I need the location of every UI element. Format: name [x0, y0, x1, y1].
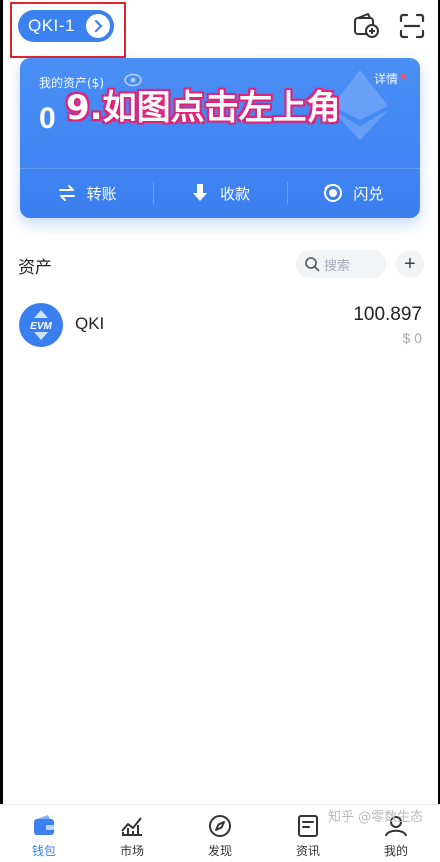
scan-icon[interactable]	[398, 12, 426, 40]
total-assets-value: 0	[39, 102, 56, 135]
token-fiat-value: $ 0	[402, 330, 422, 346]
plus-icon: +	[404, 252, 416, 275]
token-name: QKI	[75, 314, 105, 333]
bottom-navigation: 钱包 市场 发现 资讯 我的	[0, 804, 440, 862]
nav-label-wallet: 钱包	[31, 844, 56, 858]
transfer-label: 转账	[86, 184, 117, 203]
receive-button[interactable]: 收款	[153, 168, 286, 218]
nav-tab-profile[interactable]: 我的	[352, 805, 440, 862]
nav-tab-discover[interactable]: 发现	[176, 805, 264, 862]
swap-button[interactable]: 闪兑	[286, 168, 420, 218]
evm-token-logo-icon: EVM	[19, 303, 63, 347]
nav-tab-market[interactable]: 市场	[88, 805, 176, 862]
tutorial-annotation: 9.如图点击左上角	[66, 88, 341, 128]
wallet-icon	[34, 815, 54, 835]
transfer-button[interactable]: 转账	[20, 168, 153, 218]
nav-label-market: 市场	[119, 844, 144, 858]
search-placeholder: 搜索	[324, 258, 351, 274]
assets-title: 资产	[18, 258, 52, 278]
token-list-item[interactable]: EVM QKI 100.897 $ 0	[0, 296, 440, 358]
add-wallet-icon[interactable]	[352, 12, 380, 40]
receive-icon	[192, 184, 207, 201]
card-actions: 转账 收款 闪兑	[20, 168, 420, 218]
nav-label-profile: 我的	[383, 844, 408, 858]
annotation-highlight-box	[10, 2, 126, 58]
transfer-icon	[58, 185, 75, 201]
profile-icon	[385, 816, 407, 837]
nav-label-news: 资讯	[295, 844, 320, 858]
details-link[interactable]: 详情	[374, 70, 398, 87]
swap-label: 闪兑	[353, 184, 384, 203]
receive-label: 收款	[219, 184, 250, 203]
token-logo-text: EVM	[30, 321, 52, 332]
screen-edge-left	[0, 0, 3, 862]
news-icon	[298, 815, 318, 837]
nav-tab-news[interactable]: 资讯	[264, 805, 352, 862]
top-bar: QKI-1	[0, 0, 440, 58]
search-icon	[305, 257, 320, 272]
swap-icon	[324, 184, 343, 202]
nav-label-discover: 发现	[207, 844, 232, 858]
nav-tab-wallet[interactable]: 钱包	[0, 805, 88, 862]
add-token-button[interactable]: +	[396, 250, 424, 278]
market-chart-icon	[121, 817, 142, 836]
assets-header: 资产 搜索 +	[0, 244, 440, 284]
asset-search-input[interactable]: 搜索	[296, 250, 386, 278]
token-balance: 100.897	[353, 304, 422, 325]
compass-icon	[209, 815, 231, 837]
notification-dot	[401, 74, 406, 79]
